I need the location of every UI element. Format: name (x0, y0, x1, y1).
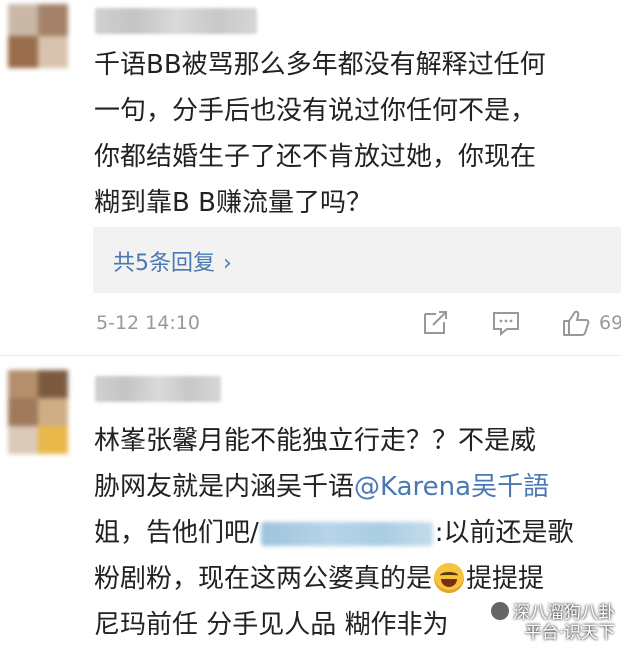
comment-line: 糊到靠B B赚流量了吗？ (94, 188, 372, 218)
username-blurred[interactable] (95, 376, 221, 402)
view-replies-link[interactable]: 共5条回复 › (113, 245, 232, 277)
comment-line: 林峯张馨月能不能独立行走？？不是威 (94, 426, 537, 456)
comment-text-segment: 胁网友就是内涵吴千语 (94, 472, 355, 502)
laugh-emoji (434, 563, 465, 593)
blurred-link[interactable] (260, 521, 433, 546)
comment-text: 千语BB被骂那么多年都没有解释过任何 一句，分手后也没有说过你任何不是， 你都结… (94, 42, 614, 226)
comment-line: 你都结婚生子了还不肯放过她，你现在 (94, 142, 537, 172)
chevron-right-icon: › (223, 251, 232, 276)
comment-text-segment: 粉剧粉，现在这两公婆真的是 (94, 564, 433, 594)
comment-line: 胁网友就是内涵吴千语@Karena吴千語 (94, 464, 614, 510)
mention-link[interactable]: @Karena吴千語 (354, 472, 549, 502)
watermark-logo-icon (490, 601, 510, 621)
comment-line: 千语BB被骂那么多年都没有解释过任何 (94, 50, 546, 80)
replies-box[interactable]: 共5条回复 › (93, 227, 621, 293)
comment-text-segment: :以前还是歌 (434, 518, 574, 548)
username-blurred[interactable] (95, 8, 257, 34)
avatar[interactable] (8, 4, 68, 68)
divider (0, 355, 621, 356)
comment-timestamp: 5-12 14:10 (96, 312, 200, 334)
comment-line: 粉剧粉，现在这两公婆真的是 提提提 (94, 556, 614, 602)
comment-text-segment: 姐，告他们吧/ (94, 518, 259, 548)
watermark-line: 平台·识天下 (524, 623, 615, 643)
like-count: 69 (599, 312, 621, 334)
comment-text-segment: 提提提 (466, 564, 545, 594)
comment-line: 姐，告他们吧/ :以前还是歌 (94, 510, 614, 556)
comment-icon[interactable] (491, 308, 521, 338)
view-replies-label: 共5条回复 (113, 251, 215, 276)
share-icon[interactable] (420, 308, 450, 338)
watermark-text: 深八溜狗八卦 (513, 603, 615, 623)
watermark-line: 深八溜狗八卦 (490, 601, 615, 623)
watermark: 深八溜狗八卦 平台·识天下 (490, 601, 615, 643)
avatar[interactable] (8, 370, 68, 454)
comment-line: 一句，分手后也没有说过你任何不是， (94, 96, 537, 126)
like-icon[interactable] (561, 308, 591, 338)
